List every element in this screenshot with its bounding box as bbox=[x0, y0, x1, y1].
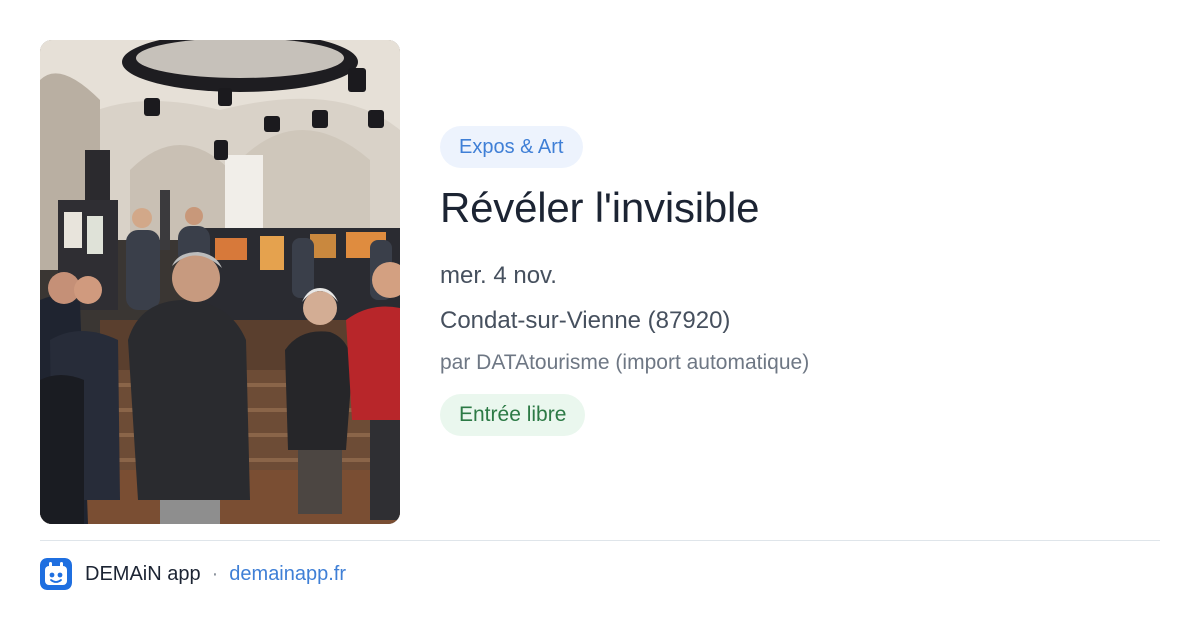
exhibition-photo-icon bbox=[40, 40, 400, 524]
app-name: DEMAiN app bbox=[85, 562, 201, 585]
event-location: Condat-sur-Vienne (87920) bbox=[440, 307, 731, 334]
event-info: Expos & Art bbox=[440, 126, 1160, 168]
event-photo[interactable] bbox=[40, 40, 400, 524]
footer: DEMAiN app · demainapp.fr bbox=[40, 557, 346, 591]
demain-app-icon[interactable] bbox=[40, 558, 72, 590]
footer-separator: · bbox=[211, 562, 219, 585]
footer-divider bbox=[40, 540, 1160, 541]
category-chip[interactable]: Expos & Art bbox=[440, 126, 583, 168]
event-date: mer. 4 nov. bbox=[440, 262, 557, 289]
event-title[interactable]: Révéler l'invisible bbox=[440, 184, 760, 232]
site-link[interactable]: demainapp.fr bbox=[229, 563, 346, 586]
event-organizer: par DATAtourisme (import automatique) bbox=[440, 351, 810, 374]
price-chip: Entrée libre bbox=[440, 394, 586, 436]
